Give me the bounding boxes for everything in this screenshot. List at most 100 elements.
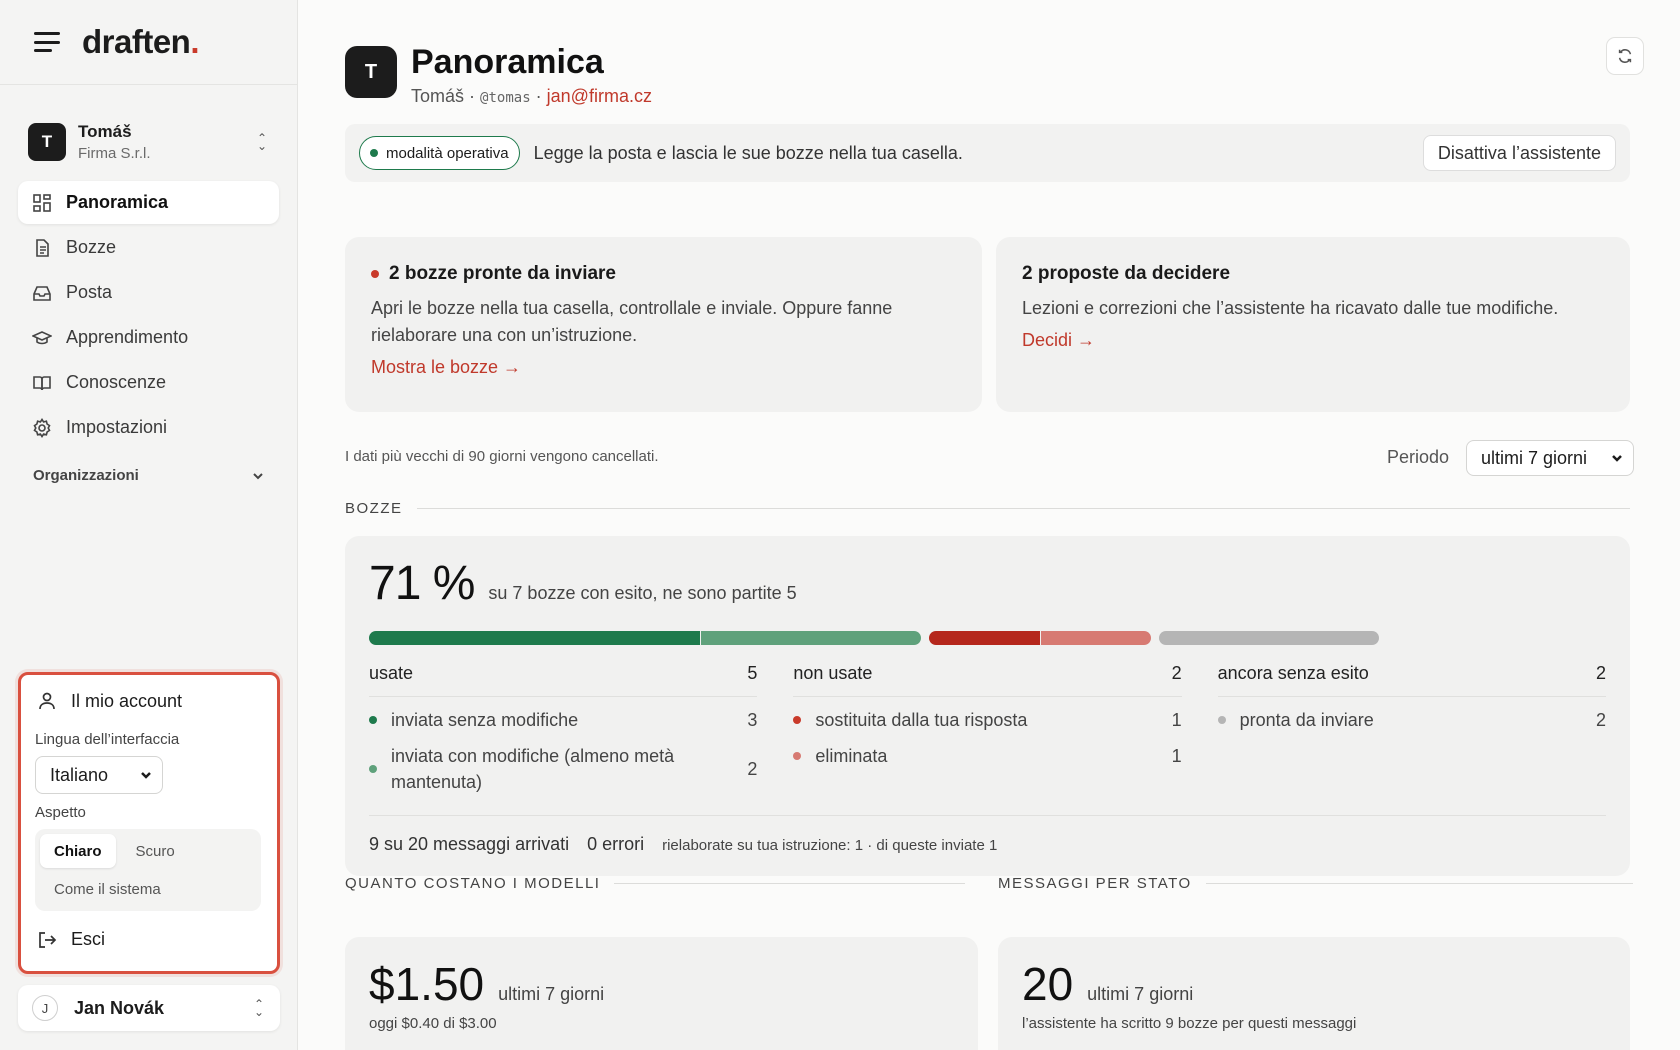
inbox-icon <box>33 285 51 301</box>
outcome-bar <box>369 631 1606 645</box>
theme-system-option[interactable]: Come il sistema <box>40 872 175 906</box>
nav-label: Conoscenze <box>66 372 167 392</box>
section-title: MESSAGGI PER STATO <box>998 875 1192 892</box>
page-title: Panoramica <box>411 43 604 81</box>
org-avatar: T <box>28 123 66 161</box>
legend-dot <box>1217 716 1226 724</box>
org-user-name: Tomáš <box>78 122 132 141</box>
outcome-bar-segment <box>1158 631 1380 645</box>
nav-label: Bozze <box>66 237 117 257</box>
refresh-icon <box>1618 49 1632 63</box>
separator: · <box>535 86 542 106</box>
organizations-toggle[interactable]: Organizzazioni <box>18 467 279 484</box>
mode-badge: modalità operativa <box>359 136 520 170</box>
nav-item-impostazioni[interactable]: Impostazioni <box>18 406 279 449</box>
sent-rate-value: 71 % <box>369 557 475 610</box>
legend-dot <box>793 716 802 724</box>
main-content: T Panoramica Tomáš · @tomas · jan@firma.… <box>298 0 1680 1050</box>
nav-item-bozze[interactable]: Bozze <box>18 226 279 269</box>
outcome-columns: usate 5 inviata senza modifiche 3 inviata co… <box>369 663 1606 795</box>
menu-icon[interactable] <box>34 32 60 52</box>
retention-note: I dati più vecchi di 90 giorni vengono c… <box>345 448 659 465</box>
outcome-column-header: non usate 2 <box>793 663 1182 697</box>
column-label: ancora senza esito <box>1217 663 1369 683</box>
outcome-bar-segment <box>369 631 700 645</box>
separator: · <box>469 86 476 106</box>
period-select[interactable]: ultimi 7 giorni <box>1466 440 1634 476</box>
section-header-status: MESSAGGI PER STATO <box>998 875 1633 892</box>
drafts-ready-title: 2 bozze pronte da inviare <box>371 263 956 285</box>
status-dot <box>370 149 378 157</box>
model-cost-card: $1.50 ultimi 7 giorni oggi $0.40 di $3.0… <box>345 937 978 1050</box>
outcome-column: non usate 2 sostituita dalla tua risposta 1… <box>793 663 1182 795</box>
account-menu: Il mio account Lingua dell’interfaccia I… <box>18 672 280 974</box>
language-select[interactable]: Italiano <box>35 756 163 794</box>
drafts-stats-card: 71 % su 7 bozze con esito, ne sono parti… <box>345 536 1630 876</box>
grid-icon <box>33 193 51 212</box>
chevron-down-icon <box>141 772 151 779</box>
nav-item-conoscenze[interactable]: Conoscenze <box>18 361 279 404</box>
nav-label: Posta <box>66 282 113 302</box>
organizations-label: Organizzazioni <box>33 467 139 484</box>
outcome-row: inviata senza modifiche 3 <box>369 707 757 733</box>
nav-item-apprendimento[interactable]: Apprendimento <box>18 316 279 359</box>
drafts-ready-body: Apri le bozze nella tua casella, control… <box>371 298 893 345</box>
outcome-label: pronta da inviare <box>1239 710 1374 730</box>
org-company: Firma S.r.l. <box>78 145 151 162</box>
messages-count: 20 <box>1022 958 1074 1010</box>
user-switcher[interactable]: J Jan Novák ⌃ ⌄ <box>18 985 280 1031</box>
sidebar: draften. T Tomáš Firma S.r.l. ⌃ ⌄ Panoram… <box>0 0 298 1050</box>
my-account-item[interactable]: Il mio account <box>35 681 263 721</box>
outcome-label: sostituita dalla tua risposta <box>815 710 1028 730</box>
gear-icon <box>33 417 51 438</box>
logout-icon <box>39 931 57 948</box>
section-title: BOZZE <box>345 500 403 517</box>
document-icon <box>36 238 49 257</box>
outcome-value: 1 <box>1171 709 1182 730</box>
logo[interactable]: draften. <box>82 23 200 61</box>
outcome-value: 2 <box>747 758 758 779</box>
appearance-label: Aspetto <box>35 804 86 821</box>
proposals-title: 2 proposte da decidere <box>1022 263 1231 284</box>
drafts-ready-title-text: 2 bozze pronte da inviare <box>389 263 616 284</box>
outcome-column-header: ancora senza esito 2 <box>1217 663 1606 697</box>
section-header-bozze: BOZZE <box>345 500 1630 517</box>
drafts-ready-card: 2 bozze pronte da inviare Apri le bozze … <box>345 237 982 412</box>
nav-label: Impostazioni <box>66 417 168 437</box>
disable-assistant-button[interactable]: Disattiva l’assistente <box>1422 135 1616 171</box>
chevron-updown-icon: ⌃ ⌄ <box>253 997 265 1019</box>
period-value: ultimi 7 giorni <box>1481 447 1588 468</box>
section-header-cost: QUANTO COSTANO I MODELLI <box>345 875 965 892</box>
show-drafts-link[interactable]: Mostra le bozze → <box>371 357 956 378</box>
outcome-value: 1 <box>1171 745 1182 766</box>
theme-selector: Chiaro Scuro Come il sistema <box>35 829 261 911</box>
cost-today: oggi $0.40 di $3.00 <box>369 1015 497 1032</box>
messages-note: l’assistente ha scritto 9 bozze per ques… <box>1022 1015 1357 1032</box>
nav-item-panoramica[interactable]: Panoramica <box>18 181 279 224</box>
profile-email[interactable]: jan@firma.cz <box>547 86 652 106</box>
nav-item-posta[interactable]: Posta <box>18 271 279 314</box>
messages-status-card: 20 ultimi 7 giorni l’assistente ha scrit… <box>998 937 1630 1050</box>
refresh-button[interactable] <box>1606 37 1644 75</box>
graduation-cap-icon <box>32 330 52 344</box>
outcome-label: eliminata <box>815 746 888 766</box>
main-nav: Panoramica Bozze Posta Apprendimento Con… <box>18 181 279 449</box>
theme-light-option[interactable]: Chiaro <box>40 834 116 868</box>
outcome-row: sostituita dalla tua risposta 1 <box>793 707 1182 733</box>
column-total: 2 <box>1171 663 1182 683</box>
divider <box>416 508 1630 509</box>
decide-link[interactable]: Decidi → <box>1022 330 1604 351</box>
legend-dot <box>369 716 377 724</box>
cost-period: ultimi 7 giorni <box>498 984 605 1004</box>
nav-label: Apprendimento <box>66 327 189 347</box>
section-title: QUANTO COSTANO I MODELLI <box>345 875 601 892</box>
error-count: 0 errori <box>587 834 645 854</box>
outcome-value: 3 <box>747 709 758 730</box>
outcome-row: inviata con modifiche (almeno metà mante… <box>369 743 757 795</box>
theme-dark-option[interactable]: Scuro <box>122 834 189 868</box>
outcome-column-header: usate 5 <box>369 663 758 697</box>
user-name: Jan Novák <box>74 997 165 1018</box>
logout-item[interactable]: Esci <box>35 929 263 950</box>
org-switcher[interactable]: T Tomáš Firma S.r.l. ⌃ ⌄ <box>18 111 279 173</box>
nav-label: Panoramica <box>66 192 169 212</box>
